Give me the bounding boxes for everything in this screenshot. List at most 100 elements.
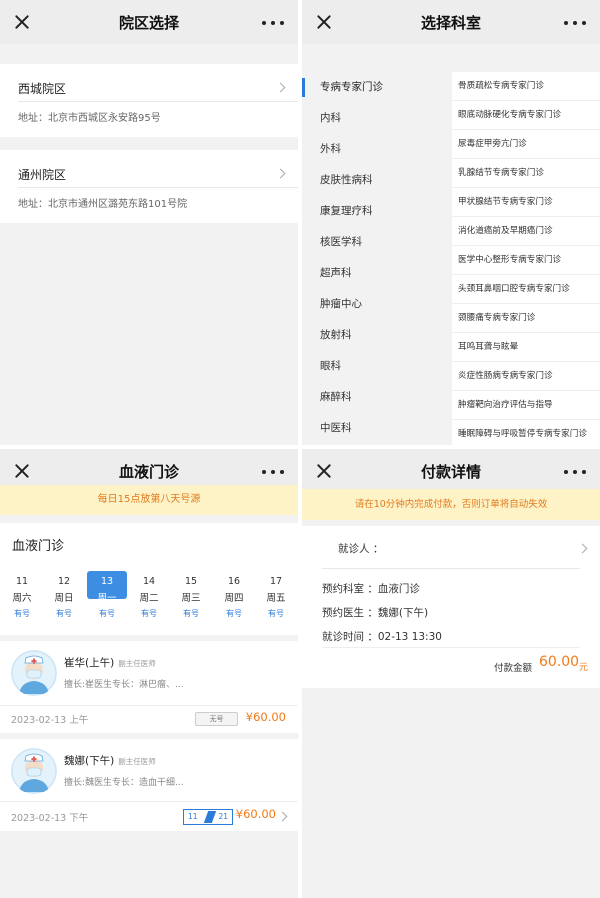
dept-item[interactable]: 康复理疗科: [302, 196, 450, 227]
sub-clinic-item[interactable]: 肿瘤靶向治疗评估与指导: [452, 391, 600, 420]
amount-label: 付款金额: [494, 663, 533, 674]
total-slots: 21: [218, 812, 228, 821]
date-status: 有号: [183, 609, 199, 618]
sub-clinic-item[interactable]: 骨质疏松专病专家门诊: [452, 72, 600, 101]
campus-card-tongzhou[interactable]: 通州院区 地址：北京市通州区潞苑东路101号院: [0, 150, 298, 223]
date-weekday: 周三: [181, 593, 201, 604]
patient-label: 就诊人 ：: [338, 543, 384, 555]
divider: [18, 101, 298, 102]
more-icon[interactable]: [562, 461, 588, 481]
no-slot-badge: 无号: [195, 712, 238, 726]
chevron-right-icon: [275, 82, 286, 93]
department-list: 专病专家门诊 内科 外科 皮肤性病科 康复理疗科 核医学科 超声科 肿瘤中心 放…: [302, 72, 450, 444]
date-day: 17: [269, 576, 283, 587]
sub-clinic-item[interactable]: 尿毒症甲旁亢门诊: [452, 130, 600, 159]
date-day: 15: [184, 576, 198, 587]
date-status: 有号: [226, 609, 242, 618]
sub-clinic-item[interactable]: 眼底动脉硬化专病专家门诊: [452, 101, 600, 130]
dept-item[interactable]: 放射科: [302, 320, 450, 351]
navbar: 院区选择: [0, 0, 298, 44]
date-status: 有号: [56, 609, 72, 618]
row-label: 预约科室: [322, 583, 364, 595]
payment-screen: 付款详情 请在10分钟内完成付款，否则订单将自动失效 就诊人 ： 预约科室 ：血…: [302, 449, 600, 898]
sub-clinic-list: 骨质疏松专病专家门诊 眼底动脉硬化专病专家门诊 尿毒症甲旁亢门诊 乳腺结节专病专…: [452, 72, 600, 445]
payment-timeout-notice: 请在10分钟内完成付款，否则订单将自动失效: [302, 489, 600, 520]
doctor-price: ¥60.00: [235, 807, 276, 821]
doctor-row: 预约医生 ：魏娜(下午): [322, 605, 428, 620]
doctor-name: 崔华(上午): [64, 657, 115, 669]
sub-clinic-item[interactable]: 头颈耳鼻咽口腔专病专家门诊: [452, 275, 600, 304]
doctor-date: 2023-02-13 上午: [11, 715, 89, 726]
campus-address: 地址：北京市通州区潞苑东路101号院: [18, 199, 188, 210]
sub-clinic-item[interactable]: 消化道癌前及早期癌门诊: [452, 217, 600, 246]
divider: [0, 705, 298, 706]
divider: [0, 801, 298, 802]
row-label: 就诊时间: [322, 631, 364, 643]
date-weekday: 周日: [54, 593, 74, 604]
sub-clinic-item[interactable]: 甲状腺结节专病专家门诊: [452, 188, 600, 217]
page-title: 血液门诊: [118, 463, 179, 481]
sub-clinic-item[interactable]: 颈腰痛专病专家门诊: [452, 304, 600, 333]
doctor-name-row: 崔华(上午) 副主任医师: [64, 655, 156, 670]
dept-item[interactable]: 肿瘤中心: [302, 289, 450, 320]
row-value: ：魏娜(下午): [367, 607, 429, 619]
dept-item[interactable]: 外科: [302, 134, 450, 165]
payment-card: 就诊人 ： 预约科室 ：血液门诊 预约医生 ：魏娜(下午) 就诊时间 ：02-1…: [302, 526, 600, 688]
date-cell[interactable]: 15 周三 有号: [171, 571, 211, 621]
campus-name: 西城院区: [18, 82, 67, 96]
dept-item[interactable]: 眼科: [302, 351, 450, 382]
doctor-avatar: [11, 748, 57, 794]
date-day: 16: [227, 576, 241, 587]
date-weekday: 周六: [12, 593, 32, 604]
page-title: 选择科室: [420, 14, 481, 32]
sub-clinic-item[interactable]: 乳腺结节专病专家门诊: [452, 159, 600, 188]
doctor-card[interactable]: 魏娜(下午) 副主任医师 擅长:魏医生专长：造血干细... 2023-02-13 …: [0, 739, 298, 831]
remaining-slots: 11: [188, 812, 198, 821]
divider: [322, 647, 580, 648]
dept-item[interactable]: 超声科: [302, 258, 450, 289]
date-cell[interactable]: 17 周五 有号: [256, 571, 296, 621]
date-status: 有号: [99, 609, 115, 618]
campus-name: 通州院区: [18, 168, 67, 182]
date-cell-selected[interactable]: 13 周一 有号: [87, 571, 127, 621]
dept-item[interactable]: 中医科: [302, 413, 450, 444]
sub-clinic-item[interactable]: 医学中心整形专病专家门诊: [452, 246, 600, 275]
date-status: 有号: [268, 609, 284, 618]
amount-value: 60.00: [539, 654, 580, 670]
sub-clinic-item[interactable]: 耳鸣耳聋与眩晕: [452, 333, 600, 362]
department-select-screen: 选择科室 专病专家门诊 内科 外科 皮肤性病科 康复理疗科 核医学科 超声科 肿…: [302, 0, 600, 445]
date-weekday: 周四: [224, 593, 244, 604]
dept-row: 预约科室 ：血液门诊: [322, 581, 420, 596]
slot-count-badge[interactable]: 11 21: [183, 809, 233, 825]
doctor-date: 2023-02-13 下午: [11, 813, 89, 824]
campus-card-xicheng[interactable]: 西城院区 地址：北京市西城区永安路95号: [0, 64, 298, 137]
dept-item[interactable]: 核医学科: [302, 227, 450, 258]
doctor-avatar: [11, 650, 57, 696]
chevron-right-icon: [277, 811, 288, 822]
dept-item[interactable]: 内科: [302, 103, 450, 134]
sub-clinic-item[interactable]: 睡眠障碍与呼吸暂停专病专家门诊: [452, 420, 600, 445]
doctor-price: ¥60.00: [245, 710, 286, 724]
more-icon[interactable]: [260, 12, 286, 32]
campus-address: 地址：北京市西城区永安路95号: [18, 113, 161, 124]
date-strip: 11 周六 有号 12 周日 有号 13 周一 有号 14 周二 有号 15 周…: [0, 571, 298, 627]
dept-item-active[interactable]: 专病专家门诊: [302, 72, 450, 103]
amount-unit: 元: [579, 663, 589, 673]
date-cell[interactable]: 14 周二 有号: [129, 571, 169, 621]
dept-item[interactable]: 麻醉科: [302, 382, 450, 413]
sub-clinic-item[interactable]: 炎症性肠病专病专家门诊: [452, 362, 600, 391]
date-status: 有号: [14, 609, 30, 618]
date-cell[interactable]: 11 周六 有号: [2, 571, 42, 621]
date-cell[interactable]: 16 周四 有号: [214, 571, 254, 621]
chevron-right-icon[interactable]: [577, 543, 588, 554]
row-label: 预约医生: [322, 607, 364, 619]
date-weekday: 周五: [266, 593, 286, 604]
more-icon[interactable]: [562, 12, 588, 32]
date-weekday: 周二: [139, 593, 159, 604]
more-icon[interactable]: [260, 461, 286, 481]
doctor-name-row: 魏娜(下午) 副主任医师: [64, 753, 156, 768]
divider: [322, 568, 580, 569]
date-cell[interactable]: 12 周日 有号: [44, 571, 84, 621]
dept-item[interactable]: 皮肤性病科: [302, 165, 450, 196]
doctor-card[interactable]: 崔华(上午) 副主任医师 擅长:崔医生专长：淋巴瘤、... 2023-02-13 …: [0, 641, 298, 733]
